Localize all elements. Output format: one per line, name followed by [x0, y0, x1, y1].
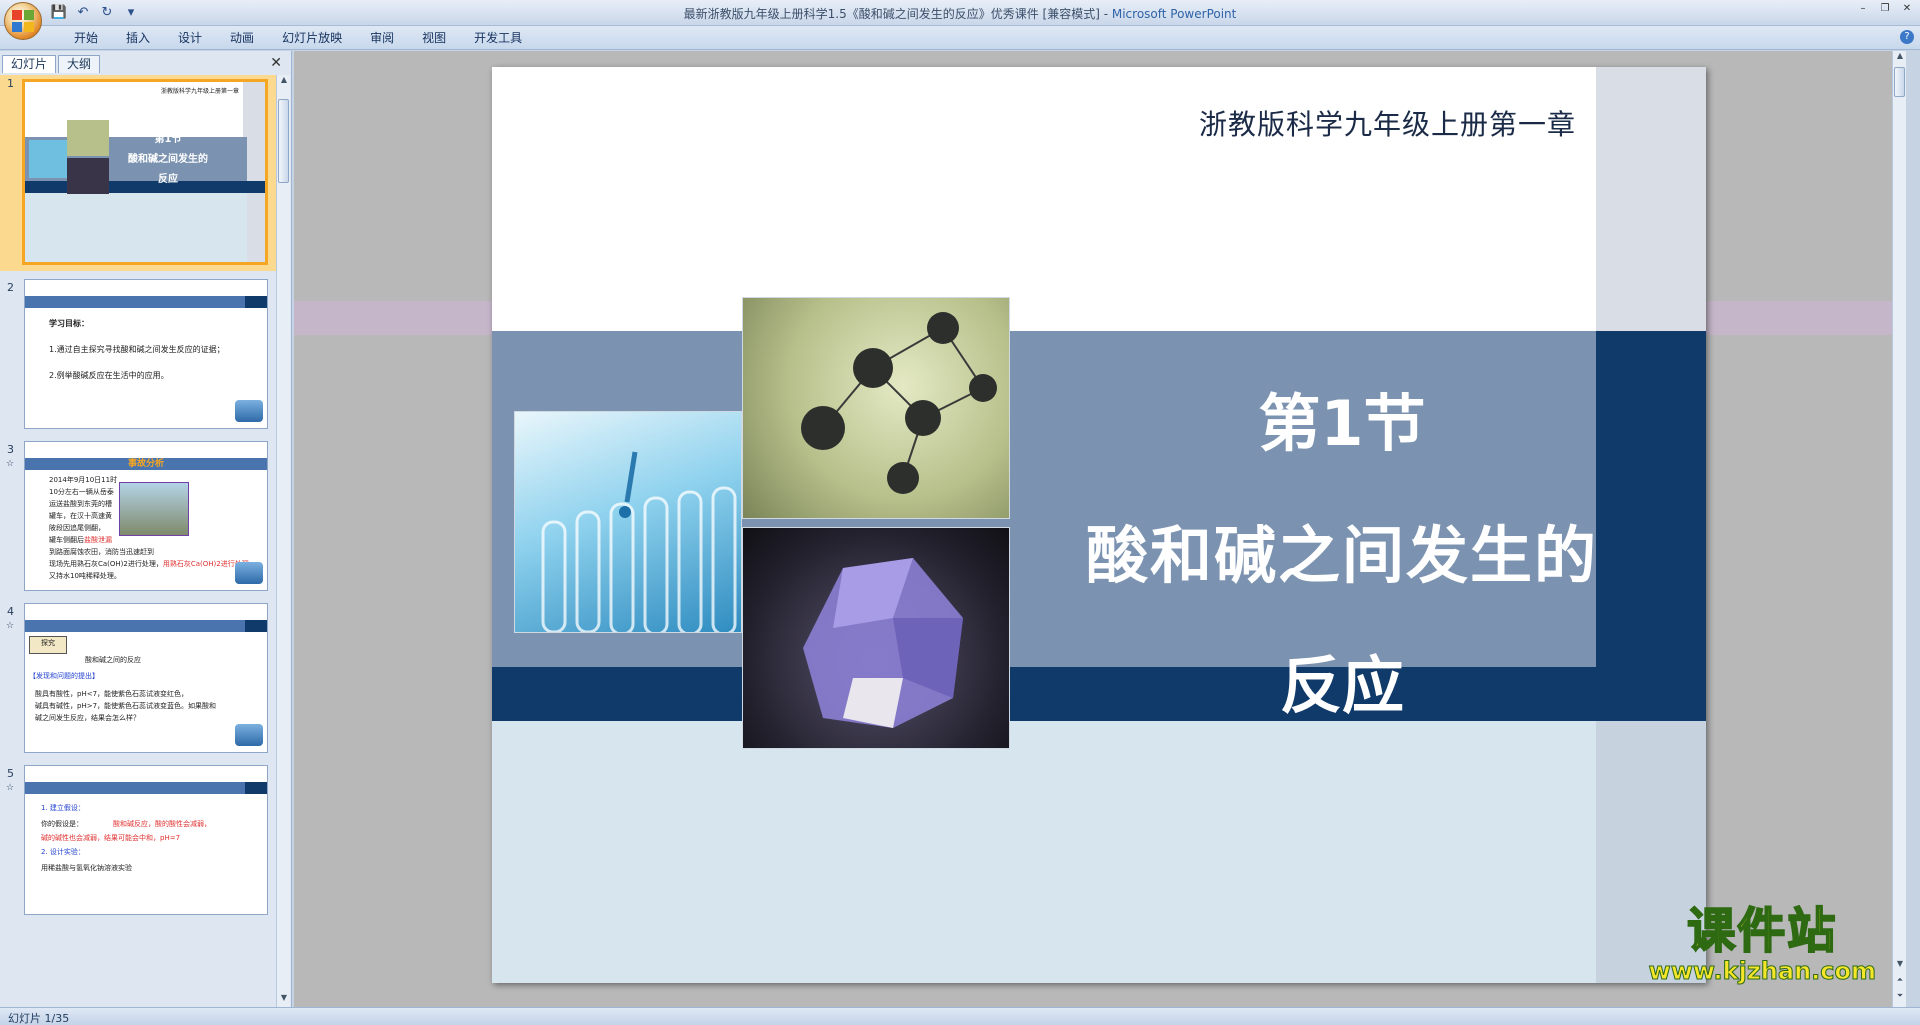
current-slide[interactable]: 浙教版科学九年级上册第一章 第1节 酸和碱之间发生的 反应 — [492, 67, 1706, 983]
thumb-line: 1. 建立假设： — [41, 804, 85, 812]
crystal-image[interactable] — [742, 527, 1010, 749]
watermark-url: www.kjzhan.com — [1648, 957, 1876, 986]
nav-buttons-icon — [235, 724, 263, 746]
thumb-line: 2. 设计实验： — [41, 848, 85, 856]
minimize-icon[interactable]: – — [1854, 2, 1872, 16]
slide-header[interactable]: 浙教版科学九年级上册第一章 — [1199, 103, 1576, 143]
window-title: 最新浙教版九年级上册科学1.5《酸和碱之间发生的反应》优秀课件 [兼容模式] -… — [683, 7, 1237, 21]
slide-title-line-3[interactable]: 反应 — [1052, 635, 1632, 725]
animation-star-icon: ☆ — [6, 783, 15, 793]
thumb-line: 1.通过自主探究寻找酸和碱之间发生反应的证据； — [49, 345, 225, 354]
thumb-line: 罐车侧翻后 — [49, 536, 84, 544]
thumb-line: 又持水10吨稀释处理。 — [49, 572, 121, 580]
thumbnail-slide-5[interactable]: 5 ☆ 1. 建立假设： 你的假设是： 酸和碱反应，酸的酸性会减弱， 碱的碱性也… — [0, 765, 276, 961]
thumb-red-text: 盐酸泄漏 — [84, 536, 112, 544]
slide-title-line-1[interactable]: 第1节 — [1052, 373, 1632, 463]
thumb-line: 10分左右一辆从岳泰 — [49, 488, 114, 496]
slides-pane: 幻灯片 大纲 ✕ 1 浙教版科学九年级上册第一章 第1节 酸和碱之间发生的 反应 — [0, 51, 292, 1007]
thumb-line: 碱具有碱性，pH>7，能使紫色石蕊试液变蓝色。如果酸和 — [35, 702, 217, 710]
watermark-text: 课件站 — [1686, 902, 1838, 960]
thumb-line: 酸和碱反应，酸的酸性会减弱， — [113, 820, 211, 828]
tab-view[interactable]: 视图 — [408, 30, 460, 46]
tab-outline[interactable]: 大纲 — [58, 55, 101, 73]
thumb-title-2: 酸和碱之间发生的 — [128, 154, 208, 165]
thumb-line: 碱的碱性也会减弱，结果可能会中和，pH=7 — [41, 834, 181, 842]
close-pane-icon[interactable]: ✕ — [270, 55, 282, 71]
slide-counter: 幻灯片 1/35 — [8, 1012, 70, 1025]
thumbnail-list: 1 浙教版科学九年级上册第一章 第1节 酸和碱之间发生的 反应 2 学习目标： … — [0, 75, 276, 1007]
office-logo-icon — [12, 10, 34, 32]
animation-star-icon: ☆ — [6, 459, 15, 469]
thumb-subtitle: 酸和碱之间的反应 — [85, 656, 141, 664]
office-button[interactable] — [4, 2, 42, 40]
thumb-line: 碱之间发生反应，结果会怎么样？ — [35, 714, 140, 722]
scroll-down-icon[interactable]: ▼ — [1893, 959, 1907, 973]
thumb-line: 用稀盐酸与氢氧化钠溶液实验 — [41, 864, 132, 872]
scroll-thumb[interactable] — [1894, 67, 1905, 97]
thumb-title-3: 反应 — [158, 174, 178, 185]
thumb-line: 陂段因追尾侧翻， — [49, 524, 105, 532]
scroll-thumb[interactable] — [278, 99, 289, 183]
thumb-line: 2.例举酸碱反应在生活中的应用。 — [49, 371, 169, 380]
slide-lower-area — [492, 721, 1596, 983]
nav-buttons-icon — [235, 400, 263, 422]
restore-icon[interactable]: ❐ — [1876, 2, 1894, 16]
thumb-badge: 探究 — [29, 636, 67, 654]
thumb-header: 浙教版科学九年级上册第一章 — [160, 88, 239, 95]
slide-number: 3 — [7, 443, 14, 456]
tab-insert[interactable]: 插入 — [112, 30, 164, 46]
thumb-line: 你的假设是： — [41, 820, 83, 828]
thumb-photo — [119, 482, 189, 536]
slide-number: 5 — [7, 767, 14, 780]
thumbnail-preview: 学习目标： 1.通过自主探究寻找酸和碱之间发生反应的证据； 2.例举酸碱反应在生… — [24, 279, 268, 429]
help-icon[interactable]: ? — [1900, 30, 1914, 44]
ribbon-tabs: 开始 插入 设计 动画 幻灯片放映 审阅 视图 开发工具 — [60, 30, 536, 46]
thumbnail-scrollbar[interactable]: ▲ ▼ — [276, 75, 290, 1007]
nav-buttons-icon — [235, 562, 263, 584]
tab-developer[interactable]: 开发工具 — [460, 30, 536, 46]
tab-review[interactable]: 审阅 — [356, 30, 408, 46]
pane-tabs: 幻灯片 大纲 ✕ — [2, 53, 288, 73]
molecule-image[interactable] — [742, 297, 1010, 519]
thumb-line: 学习目标： — [49, 319, 89, 328]
close-icon[interactable]: ✕ — [1898, 2, 1916, 16]
slide-editor: 浙教版科学九年级上册第一章 第1节 酸和碱之间发生的 反应 ▲ ▼ ⏶ ⏷ 课件… — [294, 51, 1906, 1007]
thumb-line: 2014年9月10日11时 — [49, 476, 118, 484]
tab-home[interactable]: 开始 — [60, 30, 112, 46]
slide-number: 2 — [7, 281, 14, 294]
watermark-logo: 课件站 www.kjzhan.com — [1648, 891, 1876, 986]
animation-star-icon: ☆ — [6, 621, 15, 631]
slide-title-line-2[interactable]: 酸和碱之间发生的 — [1052, 505, 1632, 595]
thumb-banner: 事故分析 — [127, 459, 164, 469]
title-bar: 💾 ↶ ↻ ▾ 最新浙教版九年级上册科学1.5《酸和碱之间发生的反应》优秀课件 … — [0, 0, 1920, 26]
scroll-up-icon[interactable]: ▲ — [1893, 51, 1907, 65]
slide-number: 4 — [7, 605, 14, 618]
scroll-up-icon[interactable]: ▲ — [277, 75, 291, 89]
tab-slideshow[interactable]: 幻灯片放映 — [268, 30, 356, 46]
next-slide-icon[interactable]: ⏷ — [1893, 991, 1907, 1005]
thumb-line: 到路面腐蚀农田，消防当迅速赶到 — [49, 548, 154, 556]
tab-animations[interactable]: 动画 — [216, 30, 268, 46]
thumbnail-preview: 事故分析 2014年9月10日11时 10分左右一辆从岳泰 运送盐酸到东莞的槽 … — [24, 441, 268, 591]
status-bar: 幻灯片 1/35 — [0, 1007, 1920, 1025]
slide-number: 1 — [7, 77, 14, 90]
thumb-line: 运送盐酸到东莞的槽 — [49, 500, 112, 508]
thumbnail-slide-1[interactable]: 1 浙教版科学九年级上册第一章 第1节 酸和碱之间发生的 反应 — [0, 75, 276, 271]
thumb-line: 现场先用熟石灰Ca(OH)2进行处理， — [49, 560, 163, 568]
thumbnail-preview: 探究 酸和碱之间的反应 【发现和问题的提出】 酸具有酸性，pH<7，能使紫色石蕊… — [24, 603, 268, 753]
thumbnail-preview: 浙教版科学九年级上册第一章 第1节 酸和碱之间发生的 反应 — [22, 79, 268, 265]
tab-design[interactable]: 设计 — [164, 30, 216, 46]
scroll-down-icon[interactable]: ▼ — [277, 993, 291, 1007]
tab-slides[interactable]: 幻灯片 — [2, 55, 57, 73]
thumb-line: 酸具有酸性，pH<7，能使紫色石蕊试液变红色， — [35, 690, 189, 698]
ribbon: 开始 插入 设计 动画 幻灯片放映 审阅 视图 开发工具 ? — [0, 26, 1920, 50]
test-tubes-image[interactable] — [514, 411, 742, 633]
window-controls: – ❐ ✕ — [1854, 2, 1916, 16]
thumb-title-1: 第1节 — [154, 134, 182, 145]
previous-slide-icon[interactable]: ⏶ — [1893, 975, 1907, 989]
thumb-line: 罐车，在汉十高速黄 — [49, 512, 112, 520]
thumb-section: 【发现和问题的提出】 — [29, 672, 99, 680]
thumbnail-preview: 1. 建立假设： 你的假设是： 酸和碱反应，酸的酸性会减弱， 碱的碱性也会减弱，… — [24, 765, 268, 915]
editor-scrollbar[interactable]: ▲ ▼ ⏶ ⏷ — [1892, 51, 1906, 1007]
